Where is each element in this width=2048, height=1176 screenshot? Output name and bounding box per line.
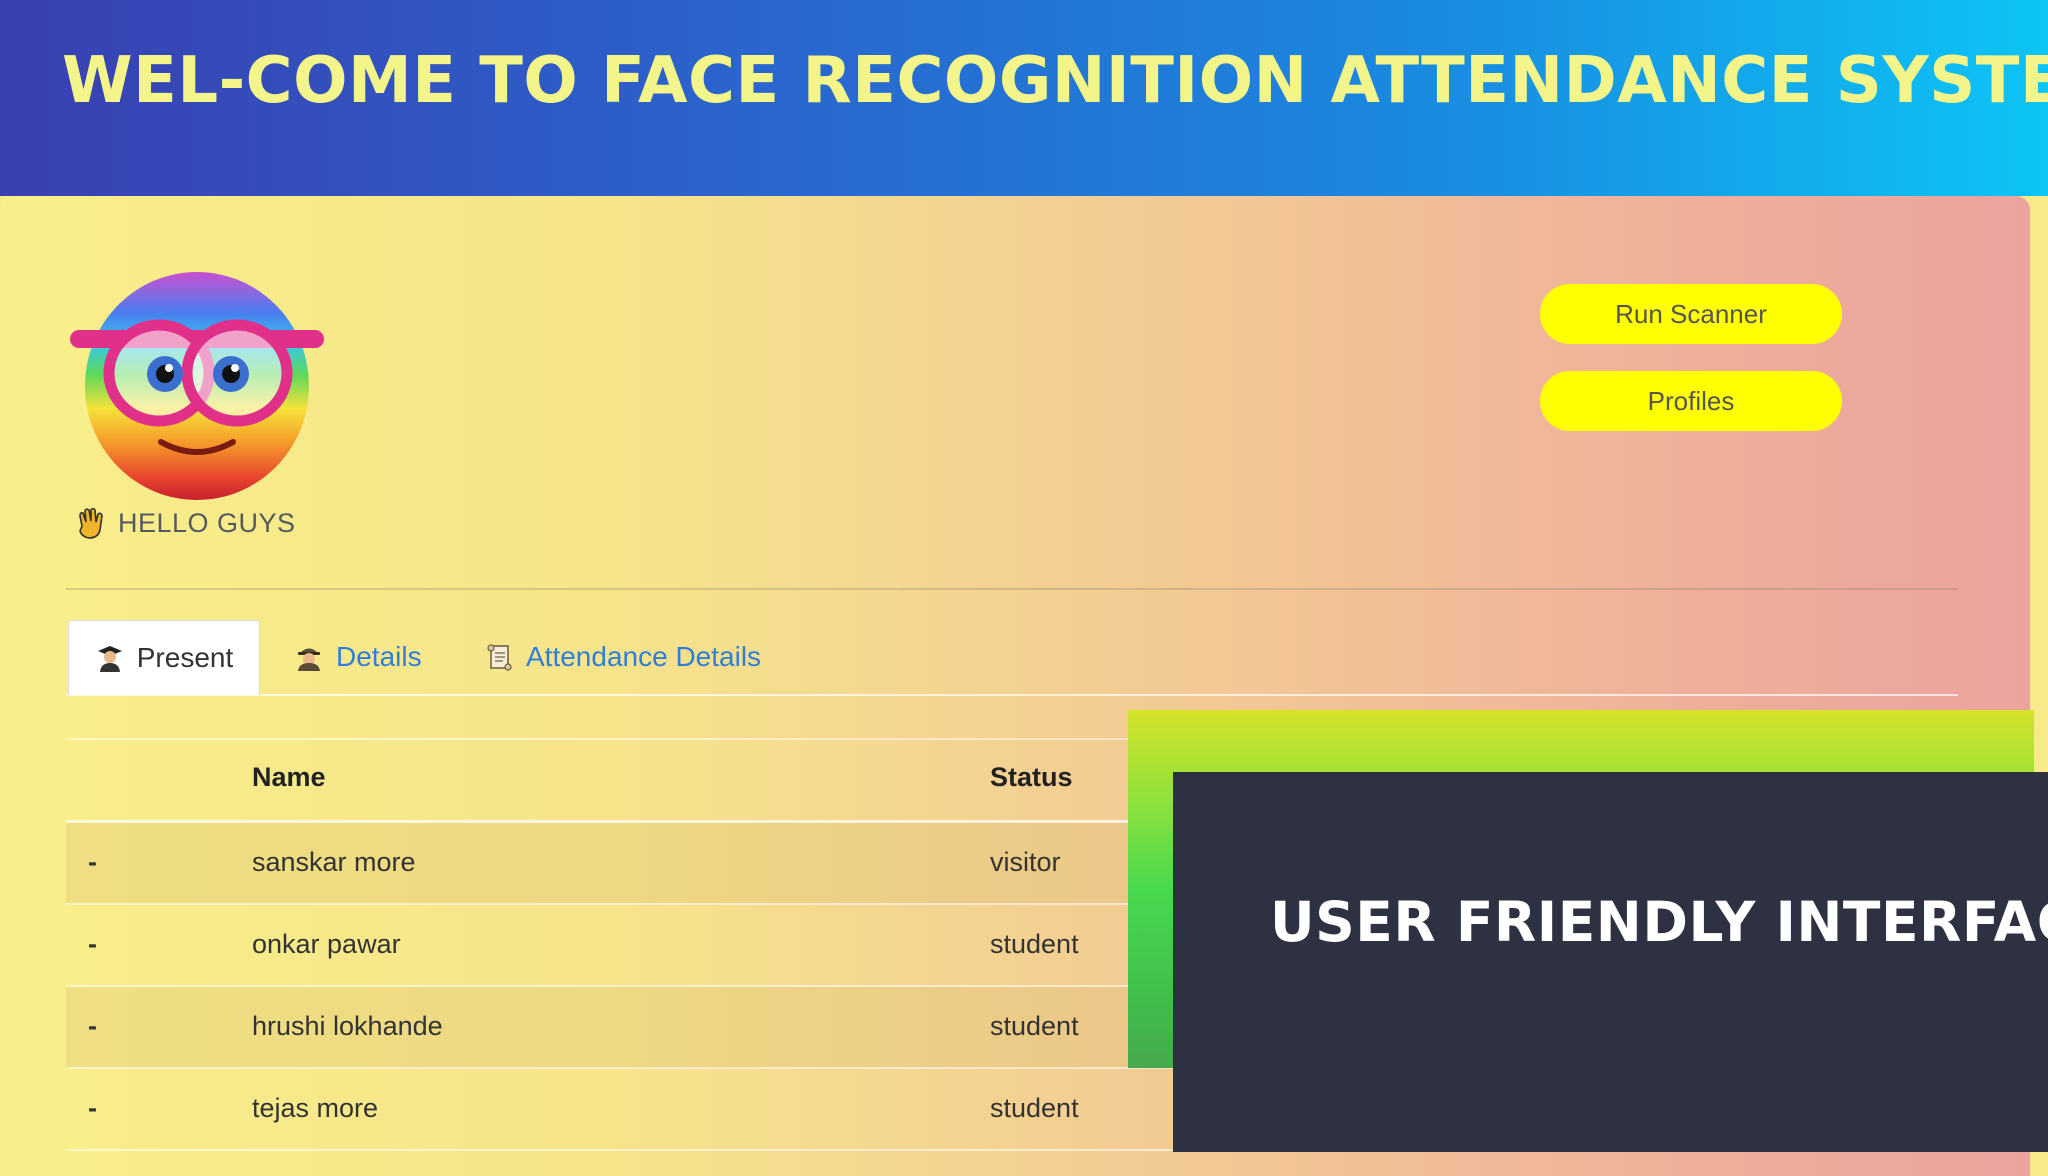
caption-overlay: USER FRIENDLY INTERFACE [1173,772,2048,1152]
tab-details[interactable]: Details [294,620,422,694]
row-name: tejas more [252,1093,379,1123]
tab-details-label: Details [336,641,422,672]
greeting-text: HELLO GUYS [118,507,296,538]
scroll-icon [487,644,512,671]
row-name: hrushi lokhande [252,1011,443,1041]
row-index: - [88,1093,97,1123]
row-status: student [990,1011,1079,1041]
caption-text: USER FRIENDLY INTERFACE [1270,890,2048,954]
run-scanner-button[interactable]: Run Scanner [1540,284,1842,344]
tab-present[interactable]: Present [68,620,260,695]
page-title: WEL-COME TO FACE RECOGNITION ATTENDANCE … [62,44,2048,118]
row-status: student [990,1093,1079,1123]
column-header-status: Status [990,762,1073,792]
row-name: onkar pawar [252,929,401,959]
row-index: - [88,1011,97,1041]
tab-present-label: Present [136,642,234,673]
tab-bar: Present Details Attendance Details [66,620,1958,696]
section-divider [66,588,1958,590]
row-status: visitor [990,847,1061,877]
detective-icon [298,648,320,671]
tab-attendance-details-label: Attendance Details [526,641,762,672]
row-name: sanskar more [252,847,416,877]
column-header-name: Name [252,762,326,792]
row-index: - [88,929,97,959]
row-status: student [990,929,1079,959]
student-icon [97,646,122,672]
row-index: - [88,847,97,877]
profiles-button[interactable]: Profiles [1540,371,1842,431]
header-banner: WEL-COME TO FACE RECOGNITION ATTENDANCE … [0,0,2048,196]
greeting: HELLO GUYS [74,506,296,540]
rainbow-emoji-glasses-icon [70,272,324,500]
tab-attendance-details[interactable]: Attendance Details [484,620,761,694]
waving-hand-icon [79,507,103,539]
